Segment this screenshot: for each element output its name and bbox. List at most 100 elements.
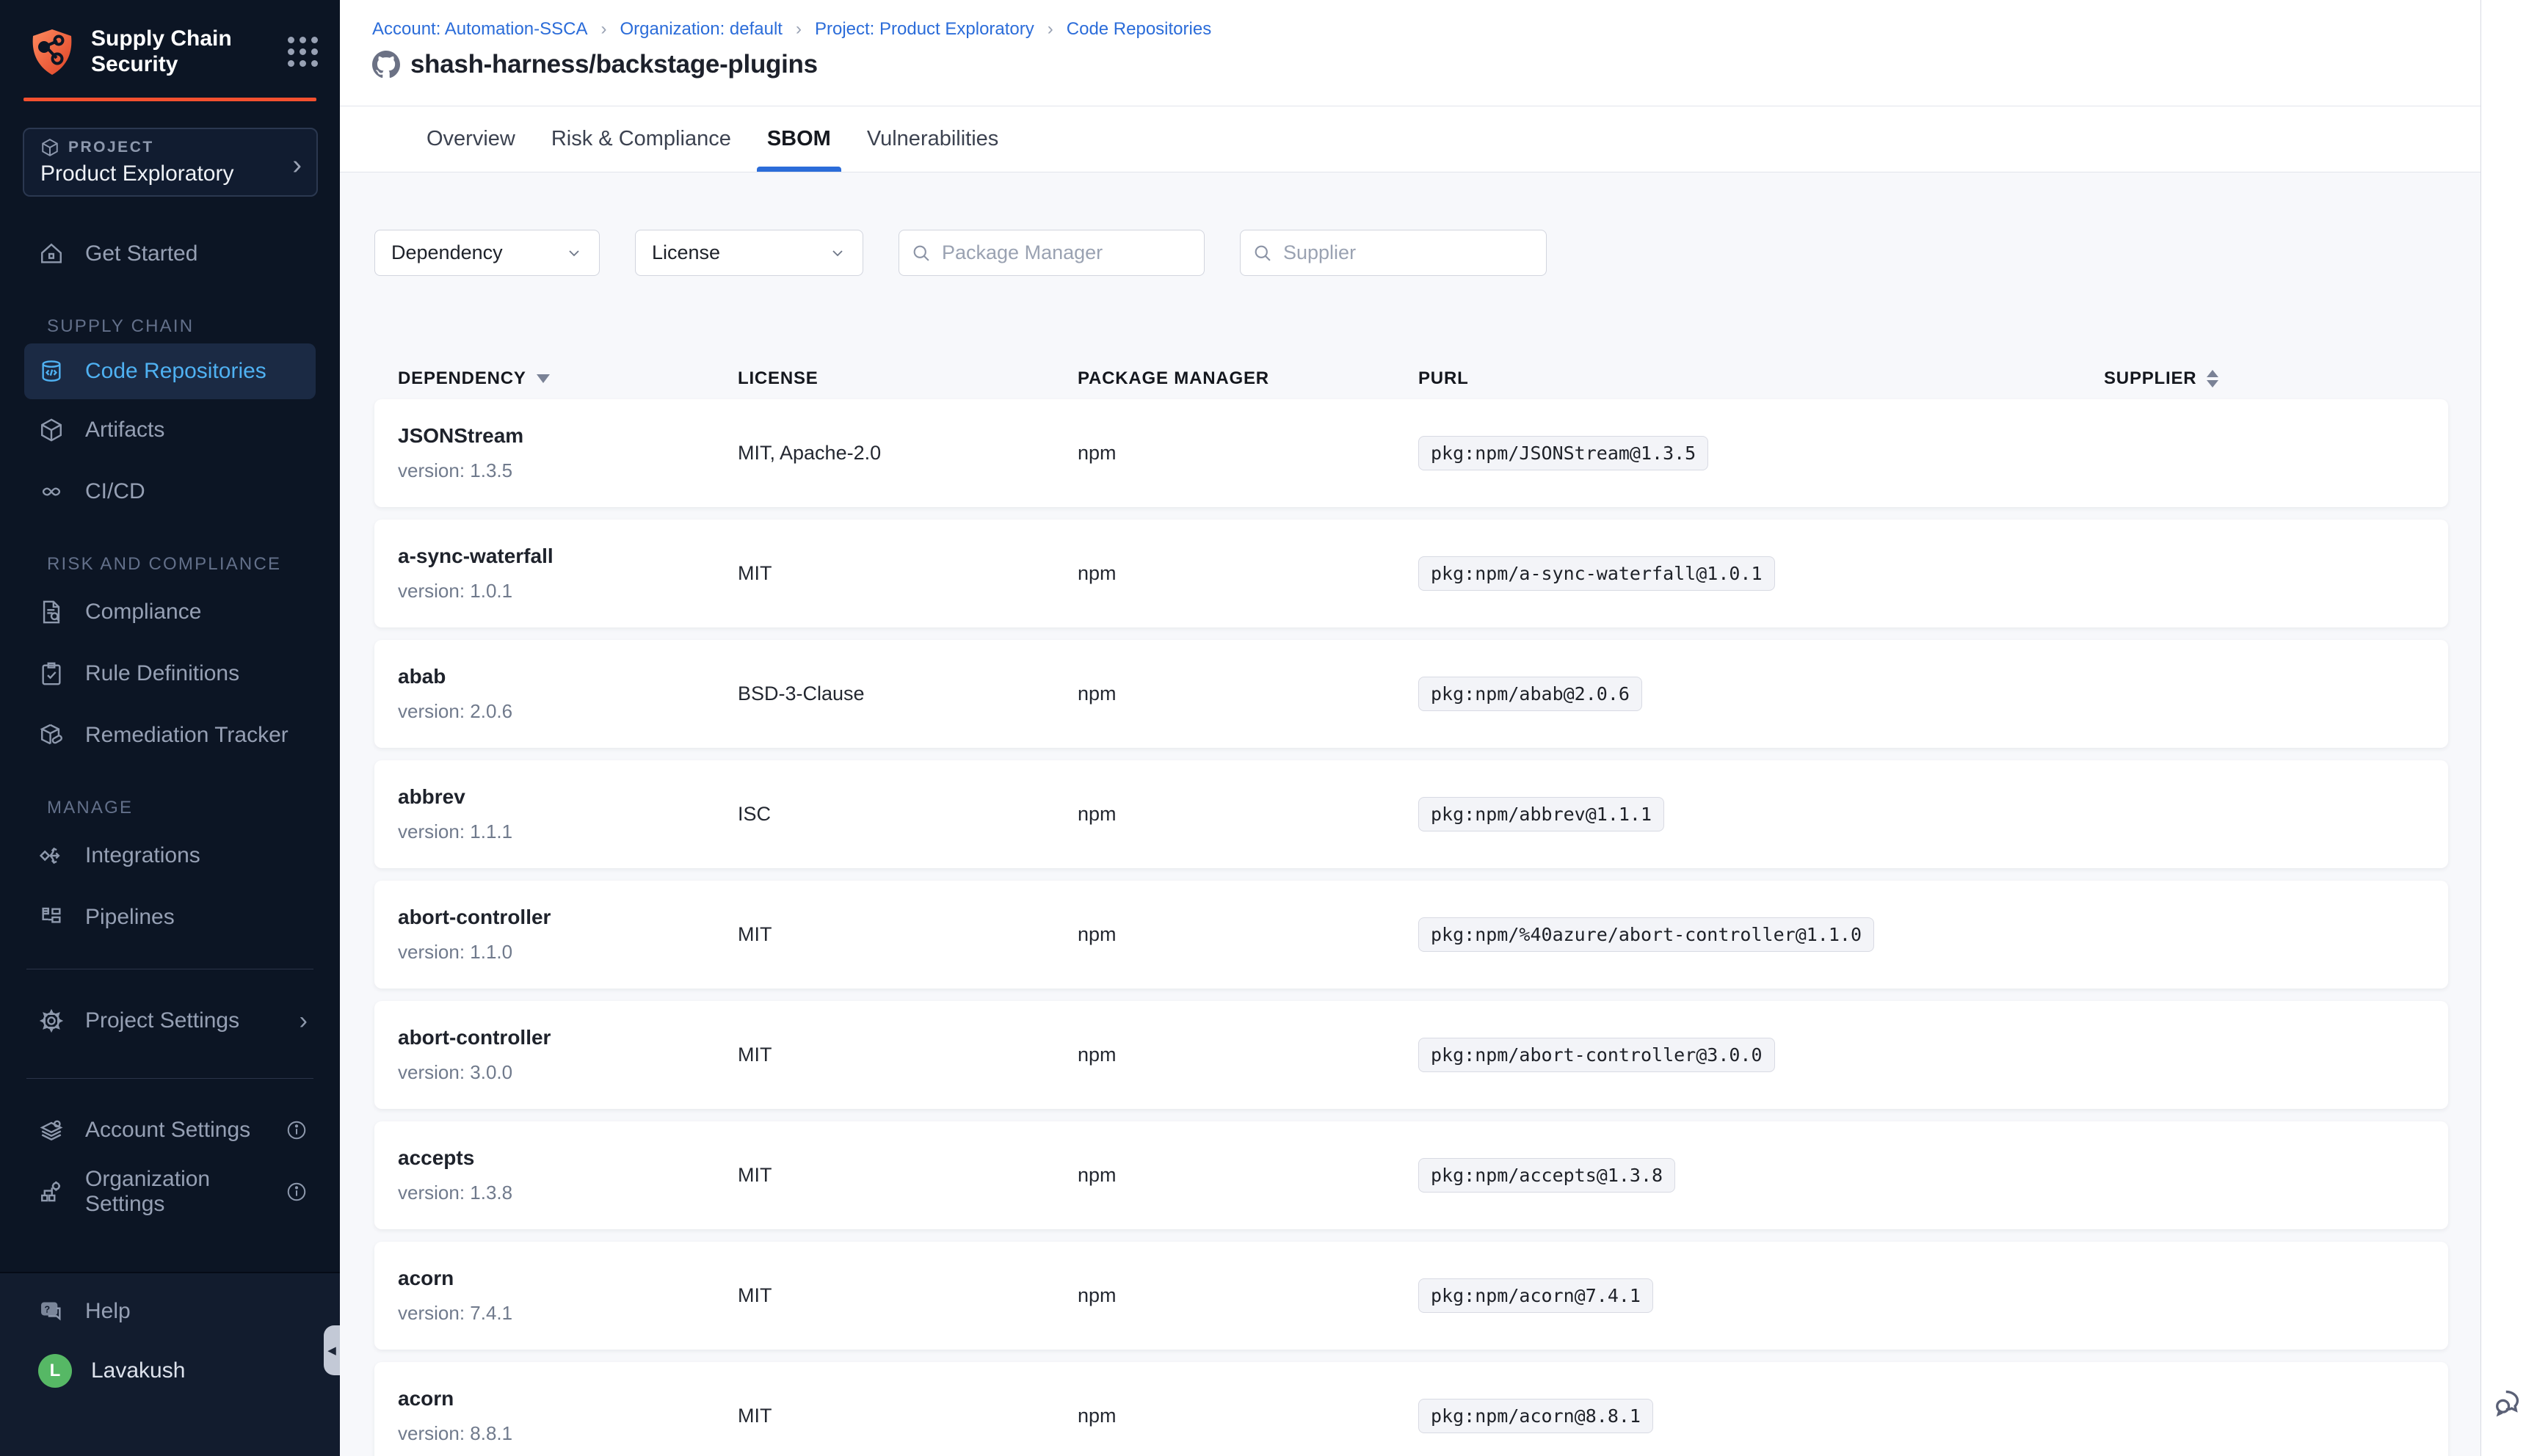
infinity-icon bbox=[38, 478, 65, 505]
purl-chip[interactable]: pkg:npm/abbrev@1.1.1 bbox=[1418, 797, 1664, 831]
chevron-down-icon bbox=[829, 244, 846, 262]
breadcrumb-code-repositories-link[interactable]: Code Repositories bbox=[1067, 19, 1211, 40]
table-row[interactable]: acorn version: 8.8.1 MIT npm pkg:npm/aco… bbox=[374, 1362, 2448, 1456]
sidebar-divider bbox=[26, 1078, 313, 1079]
table-header-row: DEPENDENCY LICENSE PACKAGE MANAGER PURL … bbox=[374, 363, 2448, 395]
info-icon[interactable] bbox=[286, 1181, 308, 1203]
dependency-version: version: 2.0.6 bbox=[398, 700, 738, 723]
purl-chip[interactable]: pkg:npm/abort-controller@3.0.0 bbox=[1418, 1038, 1775, 1072]
table-row[interactable]: JSONStream version: 1.3.5 MIT, Apache-2.… bbox=[374, 399, 2448, 507]
tab-overview[interactable]: Overview bbox=[427, 106, 515, 172]
sidebar-item-artifacts[interactable]: Artifacts bbox=[0, 399, 340, 461]
dropdown-value: Dependency bbox=[391, 241, 503, 264]
license-cell: MIT bbox=[738, 1284, 1078, 1307]
dependency-name: abab bbox=[398, 665, 738, 688]
column-header-supplier[interactable]: SUPPLIER bbox=[2104, 368, 2448, 389]
package-manager-cell: npm bbox=[1078, 923, 1418, 946]
svg-text:?: ? bbox=[44, 1303, 50, 1314]
dependency-name: JSONStream bbox=[398, 424, 738, 448]
sidebar-item-project-settings[interactable]: Project Settings › bbox=[0, 990, 340, 1052]
dependency-name: a-sync-waterfall bbox=[398, 545, 738, 568]
sidebar-item-help[interactable]: ? Help bbox=[0, 1281, 340, 1342]
sidebar-item-get-started[interactable]: Get Started bbox=[0, 223, 340, 285]
package-manager-cell: npm bbox=[1078, 442, 1418, 465]
license-cell: MIT, Apache-2.0 bbox=[738, 442, 1078, 465]
section-label-supply-chain: SUPPLY CHAIN bbox=[47, 316, 340, 338]
project-label: PROJECT bbox=[68, 139, 154, 156]
sidebar-item-compliance[interactable]: Compliance bbox=[0, 581, 340, 643]
tab-risk-and-compliance[interactable]: Risk & Compliance bbox=[551, 106, 731, 172]
chevron-right-icon: › bbox=[300, 1007, 308, 1035]
column-label: SUPPLIER bbox=[2104, 368, 2196, 389]
breadcrumb-project-link[interactable]: Project: Product Exploratory bbox=[815, 19, 1034, 40]
package-manager-search-input[interactable] bbox=[942, 241, 1192, 264]
tab-vulnerabilities[interactable]: Vulnerabilities bbox=[867, 106, 998, 172]
table-row[interactable]: abbrev version: 1.1.1 ISC npm pkg:npm/ab… bbox=[374, 760, 2448, 868]
column-label: PACKAGE MANAGER bbox=[1078, 368, 1269, 389]
column-label: PURL bbox=[1418, 368, 1469, 389]
gear-icon bbox=[38, 1008, 65, 1034]
purl-chip[interactable]: pkg:npm/a-sync-waterfall@1.0.1 bbox=[1418, 556, 1775, 591]
project-selector[interactable]: PROJECT Product Exploratory › bbox=[23, 128, 318, 197]
sidebar-item-code-repositories[interactable]: Code Repositories bbox=[24, 343, 316, 399]
sidebar-item-cicd[interactable]: CI/CD bbox=[0, 461, 340, 523]
table-row[interactable]: abab version: 2.0.6 BSD-3-Clause npm pkg… bbox=[374, 640, 2448, 748]
chevron-right-icon: › bbox=[292, 151, 302, 179]
dependency-name: acorn bbox=[398, 1267, 738, 1290]
tab-label: Risk & Compliance bbox=[551, 127, 731, 151]
license-cell: ISC bbox=[738, 803, 1078, 826]
package-manager-cell: npm bbox=[1078, 562, 1418, 585]
table-row[interactable]: a-sync-waterfall version: 1.0.1 MIT npm … bbox=[374, 520, 2448, 627]
table-row[interactable]: abort-controller version: 1.1.0 MIT npm … bbox=[374, 881, 2448, 989]
purl-chip[interactable]: pkg:npm/%40azure/abort-controller@1.1.0 bbox=[1418, 917, 1874, 952]
supplier-search-input[interactable] bbox=[1283, 241, 1534, 264]
package-manager-cell: npm bbox=[1078, 1284, 1418, 1307]
table-row[interactable]: abort-controller version: 3.0.0 MIT npm … bbox=[374, 1001, 2448, 1109]
artifact-box-icon bbox=[38, 417, 65, 443]
sort-desc-icon bbox=[537, 374, 550, 383]
sidebar-item-label: Compliance bbox=[85, 600, 201, 625]
dependency-version: version: 1.1.1 bbox=[398, 820, 738, 843]
purl-chip[interactable]: pkg:npm/abab@2.0.6 bbox=[1418, 677, 1642, 711]
dependency-filter-dropdown[interactable]: Dependency bbox=[374, 230, 600, 276]
purl-chip[interactable]: pkg:npm/JSONStream@1.3.5 bbox=[1418, 436, 1708, 470]
chevron-down-icon bbox=[565, 244, 583, 262]
info-icon[interactable] bbox=[286, 1119, 308, 1141]
purl-chip[interactable]: pkg:npm/acorn@8.8.1 bbox=[1418, 1399, 1653, 1433]
table-row[interactable]: accepts version: 1.3.8 MIT npm pkg:npm/a… bbox=[374, 1121, 2448, 1229]
license-cell: MIT bbox=[738, 1164, 1078, 1187]
table-row[interactable]: acorn version: 7.4.1 MIT npm pkg:npm/aco… bbox=[374, 1242, 2448, 1350]
tab-sbom[interactable]: SBOM bbox=[767, 106, 831, 172]
search-icon bbox=[911, 243, 932, 263]
dependency-name: acorn bbox=[398, 1387, 738, 1410]
feedback-chat-icon[interactable] bbox=[2491, 1384, 2528, 1421]
sidebar-item-organization-settings[interactable]: Organization Settings bbox=[0, 1161, 340, 1223]
dependency-name: abort-controller bbox=[398, 1026, 738, 1049]
column-header-dependency[interactable]: DEPENDENCY bbox=[398, 368, 738, 389]
license-cell: MIT bbox=[738, 923, 1078, 946]
breadcrumb-organization-link[interactable]: Organization: default bbox=[620, 19, 782, 40]
sidebar-collapse-handle[interactable]: ◀ bbox=[324, 1325, 340, 1375]
sidebar-item-remediation-tracker[interactable]: Remediation Tracker bbox=[0, 705, 340, 766]
section-label-manage: MANAGE bbox=[47, 797, 340, 819]
page-header: Account: Automation-SSCA › Organization:… bbox=[340, 0, 2480, 106]
app-switcher-grid-icon[interactable] bbox=[288, 37, 318, 67]
sidebar-item-integrations[interactable]: Integrations bbox=[0, 825, 340, 887]
app-title: Supply Chain Security bbox=[91, 26, 245, 77]
user-menu[interactable]: L Lavakush bbox=[0, 1354, 340, 1388]
pipelines-icon bbox=[38, 904, 65, 931]
sidebar-item-rule-definitions[interactable]: Rule Definitions bbox=[0, 643, 340, 705]
breadcrumb-account-link[interactable]: Account: Automation-SSCA bbox=[372, 19, 587, 40]
app-window: Supply Chain Security PROJECT Product Ex… bbox=[0, 0, 2537, 1456]
license-filter-dropdown[interactable]: License bbox=[635, 230, 863, 276]
sidebar-item-account-settings[interactable]: Account Settings bbox=[0, 1099, 340, 1161]
purl-chip[interactable]: pkg:npm/accepts@1.3.8 bbox=[1418, 1158, 1675, 1193]
tab-label: Vulnerabilities bbox=[867, 127, 998, 151]
sidebar-item-label: Artifacts bbox=[85, 418, 164, 443]
tab-label: SBOM bbox=[767, 127, 831, 151]
sidebar-item-pipelines[interactable]: Pipelines bbox=[0, 887, 340, 948]
purl-chip[interactable]: pkg:npm/acorn@7.4.1 bbox=[1418, 1278, 1653, 1313]
sidebar-item-label: Pipelines bbox=[85, 905, 175, 930]
column-header-package-manager: PACKAGE MANAGER bbox=[1078, 368, 1418, 389]
brand-accent-divider bbox=[23, 98, 316, 101]
